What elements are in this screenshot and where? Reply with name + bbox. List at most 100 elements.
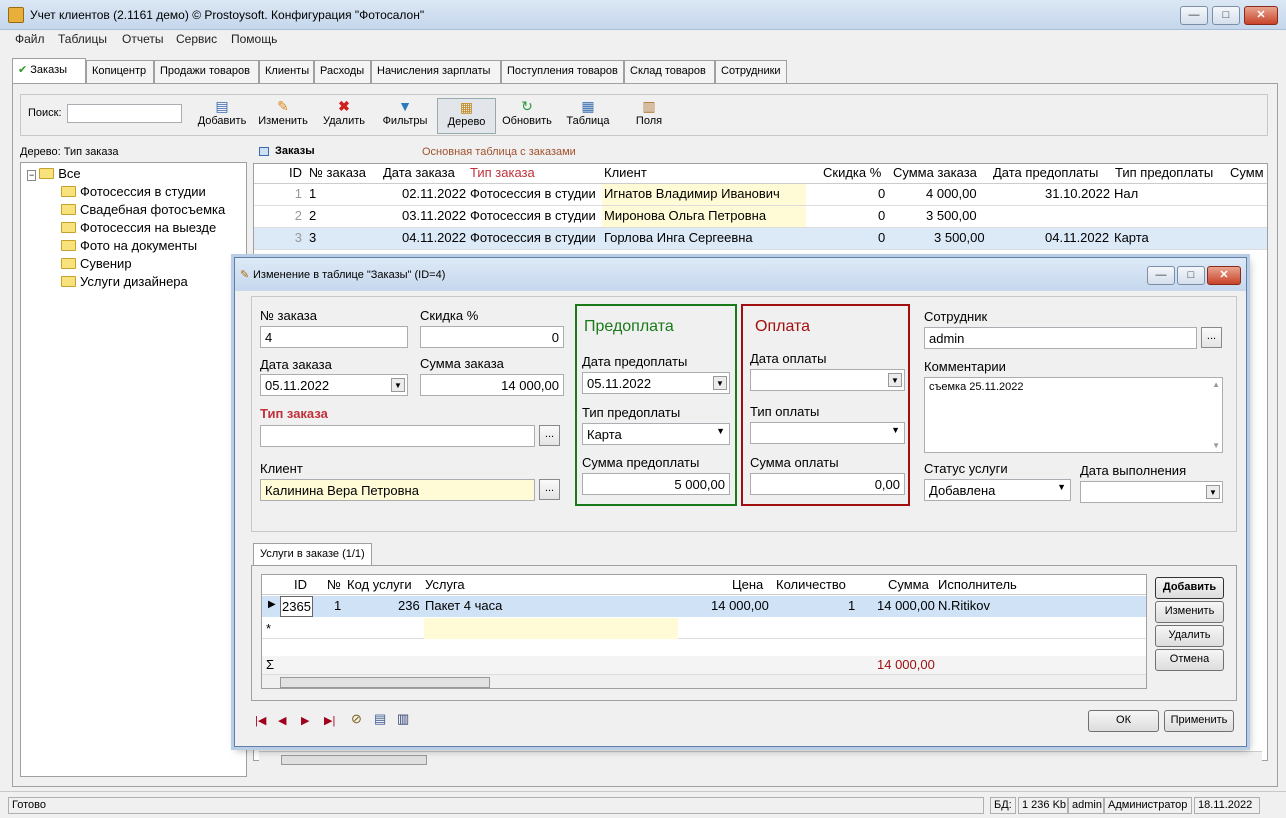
tree-root[interactable]: − Все — [27, 166, 81, 181]
menu-tables[interactable]: Таблицы — [58, 32, 107, 46]
col-header[interactable]: ID — [294, 577, 307, 592]
col-header[interactable]: Услуга — [425, 577, 465, 592]
comments-field[interactable]: съемка 25.11.2022 ▲ ▼ — [924, 377, 1223, 453]
dialog-minimize-button[interactable]: — — [1147, 266, 1175, 285]
tab-employees[interactable]: Сотрудники — [715, 60, 787, 83]
client-ellipsis-button[interactable]: ... — [539, 479, 560, 500]
chevron-down-icon[interactable]: ▼ — [1206, 485, 1220, 499]
chevron-down-icon[interactable]: ▼ — [713, 376, 727, 390]
col-header[interactable]: Количество — [776, 577, 846, 592]
employee-field[interactable]: admin — [924, 327, 1197, 349]
last-record-icon[interactable]: ▶| — [324, 714, 335, 727]
employee-ellipsis-button[interactable]: ... — [1201, 327, 1222, 348]
status-select[interactable]: Добавлена ▼ — [924, 479, 1071, 501]
next-record-icon[interactable]: ▶ — [301, 714, 309, 727]
edit-button[interactable]: ✎ Изменить — [253, 98, 313, 134]
tree-item[interactable]: Услуги дизайнера — [61, 274, 188, 289]
tree-item[interactable]: Сувенир — [61, 256, 132, 271]
chevron-down-icon[interactable]: ▼ — [888, 373, 902, 387]
tree-item[interactable]: Свадебная фотосъемка — [61, 202, 225, 217]
tree-item[interactable]: Фотосессия на выезде — [61, 220, 216, 235]
report-icon[interactable]: ▥ — [397, 711, 409, 727]
pay-sum-field[interactable]: 0,00 — [750, 473, 905, 495]
scroll-up-icon[interactable]: ▲ — [1212, 380, 1220, 389]
menu-help[interactable]: Помощь — [231, 32, 277, 46]
menu-reports[interactable]: Отчеты — [122, 32, 163, 46]
type-ellipsis-button[interactable]: ... — [539, 425, 560, 446]
col-header[interactable]: № — [327, 577, 341, 592]
close-button[interactable]: ✕ — [1244, 6, 1278, 25]
discount-field[interactable]: 0 — [420, 326, 564, 348]
table-row-selected[interactable]: 3 3 04.11.2022 Фотосессия в студии Горло… — [254, 228, 1267, 250]
delete-button[interactable]: ✖ Удалить — [318, 98, 370, 134]
fields-button[interactable]: ▥ Поля — [624, 98, 674, 134]
ok-button[interactable]: ОК — [1088, 710, 1159, 732]
prepay-type-select[interactable]: Карта ▼ — [582, 423, 730, 445]
tree-item[interactable]: Фото на документы — [61, 238, 197, 253]
new-row[interactable]: * — [262, 618, 1146, 639]
services-edit-button[interactable]: Изменить — [1155, 601, 1224, 623]
chevron-down-icon[interactable]: ▼ — [891, 425, 900, 435]
order-sum-field[interactable]: 14 000,00 — [420, 374, 564, 396]
done-date-field[interactable]: ▼ — [1080, 481, 1223, 503]
apply-button[interactable]: Применить — [1164, 710, 1234, 732]
col-header[interactable]: Цена — [732, 577, 763, 592]
print-icon[interactable]: ⊘ — [351, 711, 362, 727]
tab-salary[interactable]: Начисления зарплаты — [371, 60, 501, 83]
filters-button[interactable]: ▼ Фильтры — [376, 98, 434, 134]
prev-record-icon[interactable]: ◀ — [278, 714, 286, 727]
properties-icon[interactable]: ▤ — [374, 711, 386, 727]
add-button[interactable]: ▤ Добавить — [193, 98, 251, 134]
col-header[interactable]: Тип заказа — [470, 165, 535, 180]
chevron-down-icon[interactable]: ▼ — [716, 426, 725, 436]
col-header[interactable]: Клиент — [604, 165, 647, 180]
col-header[interactable]: Дата предоплаты — [993, 165, 1098, 180]
prepay-sum-field[interactable]: 5 000,00 — [582, 473, 730, 495]
col-header[interactable]: Тип предоплаты — [1115, 165, 1213, 180]
dialog-close-button[interactable]: ✕ — [1207, 266, 1241, 285]
maximize-button[interactable]: □ — [1212, 6, 1240, 25]
chevron-down-icon[interactable]: ▼ — [391, 378, 405, 392]
col-header[interactable]: Скидка % — [823, 165, 881, 180]
services-add-button[interactable]: Добавить — [1155, 577, 1224, 599]
tab-stock[interactable]: Склад товаров — [624, 60, 715, 83]
grid-horizontal-scrollbar[interactable] — [259, 751, 1262, 768]
tab-receipts[interactable]: Поступления товаров — [501, 60, 624, 83]
minimize-button[interactable]: — — [1180, 6, 1208, 25]
table-row[interactable]: 2 2 03.11.2022 Фотосессия в студии Мирон… — [254, 206, 1267, 228]
tab-clients[interactable]: Клиенты — [259, 60, 314, 83]
pay-type-select[interactable]: ▼ — [750, 422, 905, 444]
new-row-service-cell[interactable] — [424, 618, 678, 639]
dialog-maximize-button[interactable]: □ — [1177, 266, 1205, 285]
menu-service[interactable]: Сервис — [176, 32, 217, 46]
scroll-thumb[interactable] — [280, 677, 490, 688]
search-input[interactable] — [67, 104, 182, 123]
col-header[interactable]: ID — [289, 165, 302, 180]
col-header[interactable]: Исполнитель — [938, 577, 1017, 592]
col-header[interactable]: Код услуги — [347, 577, 412, 592]
table-button[interactable]: ▦ Таблица — [560, 98, 616, 134]
table-row[interactable]: 1 1 02.11.2022 Фотосессия в студии Игнат… — [254, 184, 1267, 206]
refresh-button[interactable]: ↻ Обновить — [498, 98, 556, 134]
col-header[interactable]: Дата заказа — [383, 165, 455, 180]
menu-file[interactable]: Файл — [15, 32, 45, 46]
col-header[interactable]: Сумма заказа — [893, 165, 977, 180]
tab-services[interactable]: Услуги в заказе (1/1) — [253, 543, 372, 565]
client-field[interactable]: Калинина Вера Петровна — [260, 479, 535, 501]
scroll-down-icon[interactable]: ▼ — [1212, 441, 1220, 450]
order-date-field[interactable]: 05.11.2022 ▼ — [260, 374, 408, 396]
scroll-thumb[interactable] — [281, 755, 427, 765]
pay-date-field[interactable]: ▼ — [750, 369, 905, 391]
order-no-field[interactable]: 4 — [260, 326, 408, 348]
first-record-icon[interactable]: |◀ — [255, 714, 266, 727]
services-scrollbar[interactable] — [262, 674, 1146, 688]
tree-item[interactable]: Фотосессия в студии — [61, 184, 206, 199]
tab-expenses[interactable]: Расходы — [314, 60, 371, 83]
services-delete-button[interactable]: Удалить — [1155, 625, 1224, 647]
prepay-date-field[interactable]: 05.11.2022 ▼ — [582, 372, 730, 394]
order-type-field[interactable] — [260, 425, 535, 447]
services-row[interactable]: ▶ 2365 1 236 Пакет 4 часа 14 000,00 1 14… — [262, 596, 1146, 617]
services-cancel-button[interactable]: Отмена — [1155, 649, 1224, 671]
col-header[interactable]: № заказа — [309, 165, 366, 180]
col-header[interactable]: Сумма — [888, 577, 929, 592]
